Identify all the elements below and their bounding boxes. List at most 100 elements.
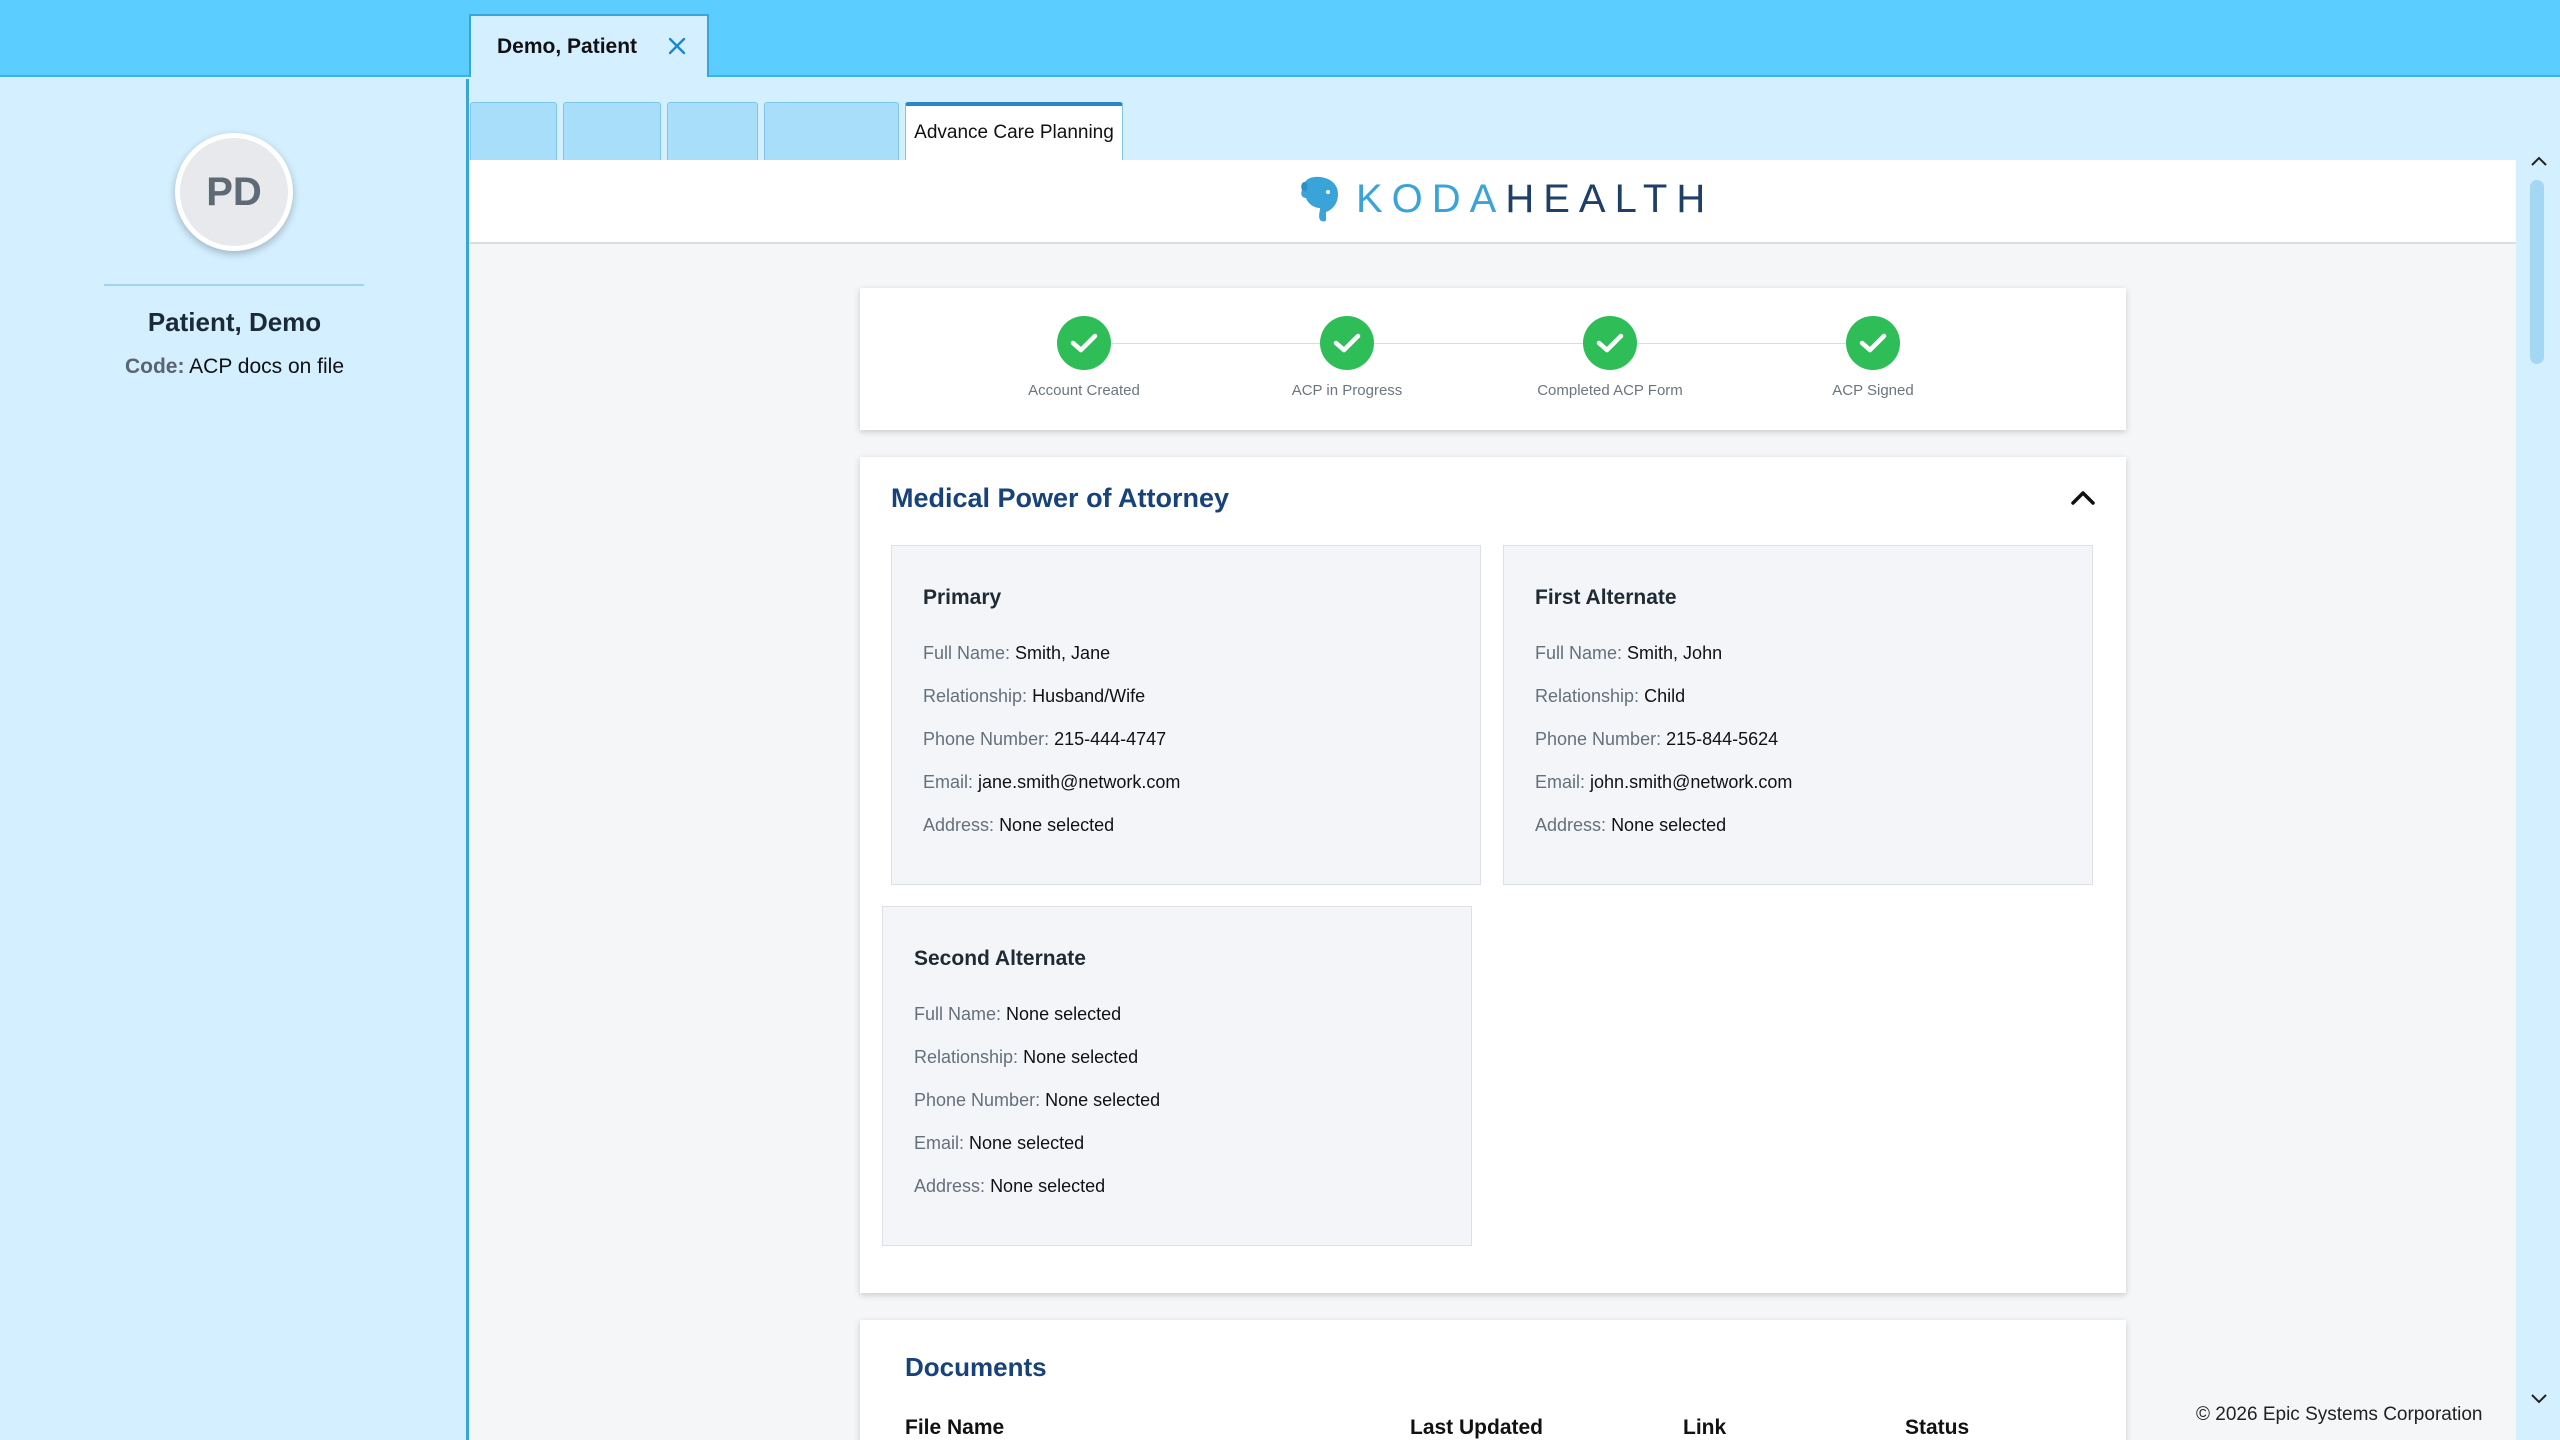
check-icon bbox=[1846, 316, 1900, 370]
agent-relationship: Relationship: Husband/Wife bbox=[923, 686, 1145, 707]
field-label: Full Name: bbox=[914, 1004, 1002, 1024]
patient-name: Patient, Demo bbox=[147, 307, 322, 337]
scrollbar-thumb[interactable] bbox=[2530, 180, 2544, 364]
patient-code-key: Code: bbox=[124, 355, 185, 378]
field-value: None selected bbox=[1023, 1047, 1139, 1067]
field-label: Email: bbox=[1535, 772, 1586, 792]
agent-address: Address: None selected bbox=[914, 1176, 1105, 1197]
agent-address: Address: None selected bbox=[923, 815, 1114, 836]
field-value: 215-844-5624 bbox=[1666, 729, 1779, 749]
copyright-footer: © 2026 Epic Systems Corporation bbox=[2196, 1404, 2483, 1425]
field-value: Smith, John bbox=[1627, 643, 1723, 663]
elephant-icon bbox=[1301, 176, 1338, 222]
top-bar: Demo, Patient bbox=[0, 0, 2560, 77]
agent-full-name: Full Name: Smith, Jane bbox=[923, 643, 1110, 664]
progress-line bbox=[1085, 343, 1875, 344]
activity-tab-1[interactable] bbox=[470, 102, 557, 160]
progress-step: Completed ACP Form bbox=[1510, 316, 1710, 399]
documents-title: Documents bbox=[905, 1352, 1047, 1382]
column-header-file-name: File Name bbox=[905, 1416, 1005, 1439]
field-label: Address: bbox=[1535, 815, 1607, 835]
close-icon[interactable] bbox=[665, 34, 689, 58]
field-label: Phone Number: bbox=[914, 1090, 1041, 1110]
field-label: Email: bbox=[923, 772, 974, 792]
field-label: Address: bbox=[923, 815, 995, 835]
agent-title: Primary bbox=[923, 586, 1002, 609]
field-label: Phone Number: bbox=[1535, 729, 1662, 749]
field-label: Address: bbox=[914, 1176, 986, 1196]
progress-step: ACP in Progress bbox=[1247, 316, 1447, 399]
acp-progress-tracker: Account Created ACP in Progress Complete… bbox=[860, 288, 2126, 430]
progress-step-label: Account Created bbox=[1028, 382, 1140, 399]
field-label: Full Name: bbox=[923, 643, 1011, 663]
logo-word-koda: KODA bbox=[1356, 176, 1506, 221]
field-label: Relationship: bbox=[1535, 686, 1640, 706]
mpoa-title: Medical Power of Attorney bbox=[891, 483, 1230, 513]
field-value: None selected bbox=[999, 815, 1115, 835]
check-icon bbox=[1057, 316, 1111, 370]
scroll-up-icon[interactable] bbox=[2530, 154, 2548, 168]
agent-relationship: Relationship: None selected bbox=[914, 1047, 1138, 1068]
field-label: Email: bbox=[914, 1133, 965, 1153]
activity-tab-4[interactable] bbox=[764, 102, 899, 160]
patient-tab-label: Demo, Patient bbox=[497, 34, 638, 58]
check-icon bbox=[1320, 316, 1374, 370]
agent-email: Email: jane.smith@network.com bbox=[923, 772, 1180, 793]
check-icon bbox=[1583, 316, 1637, 370]
agent-full-name: Full Name: None selected bbox=[914, 1004, 1121, 1025]
patient-code: Code: ACP docs on file bbox=[0, 355, 469, 379]
activity-tab-3[interactable] bbox=[667, 102, 758, 160]
field-label: Phone Number: bbox=[923, 729, 1050, 749]
field-value: None selected bbox=[990, 1176, 1106, 1196]
field-label: Relationship: bbox=[923, 686, 1028, 706]
column-header-last-updated: Last Updated bbox=[1410, 1416, 1544, 1439]
agent-card-second-alternate: Second Alternate Full Name: None selecte… bbox=[882, 906, 1472, 1246]
agent-title: Second Alternate bbox=[914, 947, 1086, 970]
field-value: None selected bbox=[969, 1133, 1085, 1153]
progress-step-label: Completed ACP Form bbox=[1537, 382, 1683, 399]
field-value: 215-444-4747 bbox=[1054, 729, 1167, 749]
progress-step: Account Created bbox=[984, 316, 1184, 399]
field-label: Relationship: bbox=[914, 1047, 1019, 1067]
agent-title: First Alternate bbox=[1535, 586, 1677, 609]
activity-tab-label: Advance Care Planning bbox=[914, 122, 1114, 143]
patient-code-value: ACP docs on file bbox=[189, 355, 345, 378]
column-header-link: Link bbox=[1683, 1416, 1727, 1439]
agent-full-name: Full Name: Smith, John bbox=[1535, 643, 1722, 664]
agent-phone: Phone Number: 215-844-5624 bbox=[1535, 729, 1778, 750]
patient-tab[interactable]: Demo, Patient bbox=[469, 14, 709, 77]
logo-word-health: HEALTH bbox=[1505, 176, 1715, 221]
kodahealth-logo: KODA HEALTH bbox=[1298, 176, 1714, 222]
scroll-down-icon[interactable] bbox=[2530, 1392, 2548, 1406]
documents-section: Documents File Name Last Updated Link St… bbox=[860, 1320, 2126, 1440]
activity-tab-2[interactable] bbox=[563, 102, 661, 160]
field-value: john.smith@network.com bbox=[1590, 772, 1793, 792]
progress-step-label: ACP in Progress bbox=[1291, 382, 1403, 399]
agent-card-primary: Primary Full Name: Smith, Jane Relations… bbox=[891, 545, 1481, 885]
content-area: KODA HEALTH Account Created ACP in Progre… bbox=[470, 160, 2516, 1440]
field-value: None selected bbox=[1045, 1090, 1161, 1110]
field-label: Full Name: bbox=[1535, 643, 1623, 663]
column-header-status: Status bbox=[1905, 1416, 1970, 1439]
field-value: Husband/Wife bbox=[1032, 686, 1146, 706]
agent-phone: Phone Number: 215-444-4747 bbox=[923, 729, 1166, 750]
agent-address: Address: None selected bbox=[1535, 815, 1726, 836]
field-value: jane.smith@network.com bbox=[978, 772, 1181, 792]
agent-relationship: Relationship: Child bbox=[1535, 686, 1685, 707]
brand-header: KODA HEALTH bbox=[470, 160, 2516, 244]
scrollbar[interactable] bbox=[2516, 150, 2560, 1440]
progress-step: ACP Signed bbox=[1773, 316, 1973, 399]
progress-step-label: ACP Signed bbox=[1832, 382, 1914, 399]
agent-phone: Phone Number: None selected bbox=[914, 1090, 1160, 1111]
field-value: None selected bbox=[1006, 1004, 1122, 1024]
avatar: PD bbox=[175, 133, 293, 251]
field-value: Child bbox=[1644, 686, 1686, 706]
chevron-up-icon[interactable] bbox=[2070, 487, 2096, 507]
agent-email: Email: john.smith@network.com bbox=[1535, 772, 1792, 793]
agent-email: Email: None selected bbox=[914, 1133, 1084, 1154]
agent-card-first-alternate: First Alternate Full Name: Smith, John R… bbox=[1503, 545, 2093, 885]
field-value: None selected bbox=[1611, 815, 1727, 835]
tab-advance-care-planning[interactable]: Advance Care Planning bbox=[905, 102, 1123, 160]
sidebar-divider bbox=[104, 284, 364, 286]
mpoa-section: Medical Power of Attorney Primary Full N… bbox=[860, 457, 2126, 1293]
